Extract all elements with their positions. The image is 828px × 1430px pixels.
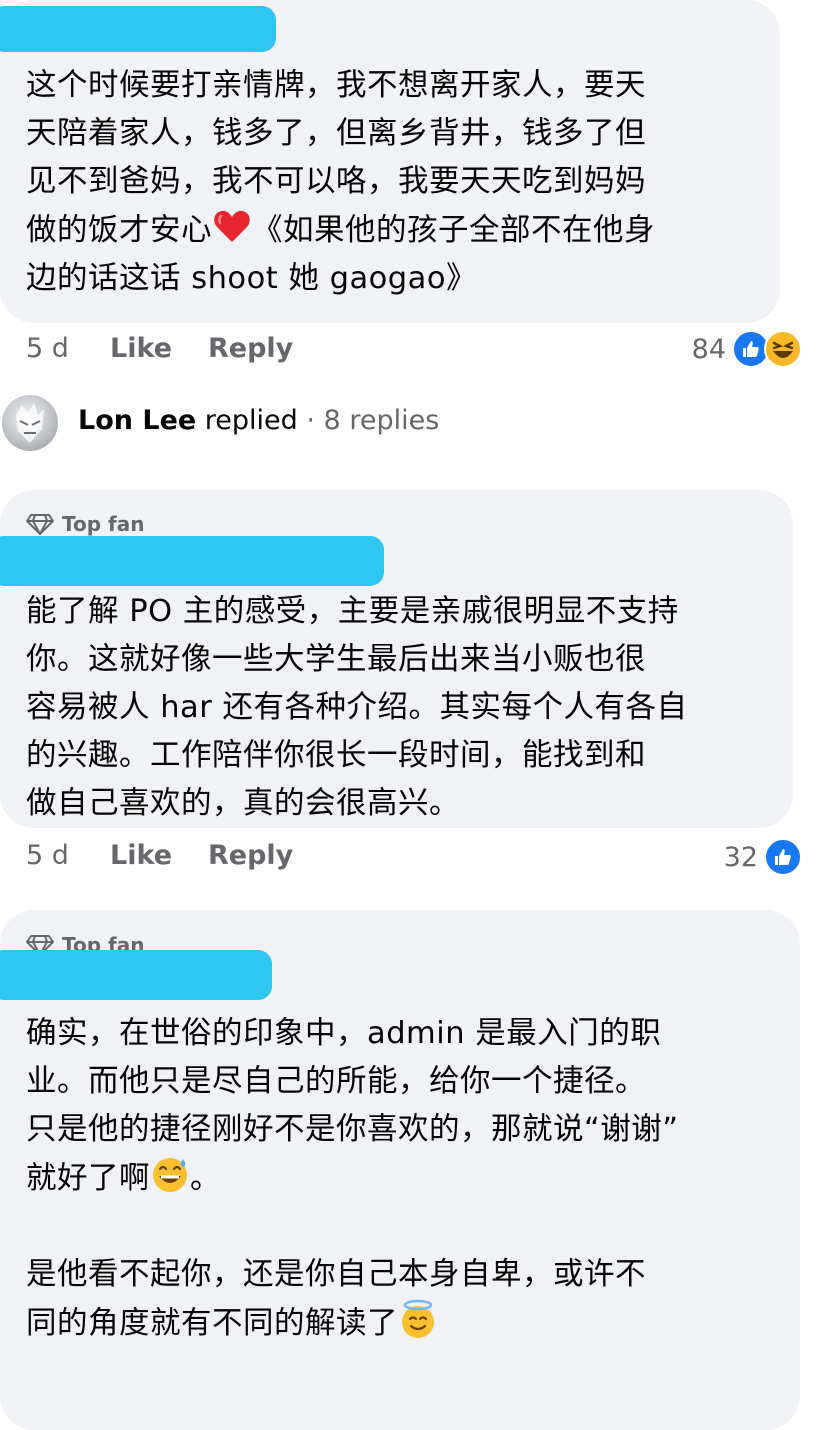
comment-bubble-1: 这个时候要打亲情牌，我不想离开家人，要天 天陪着家人，钱多了，但离乡背井，钱多了… [0,0,780,323]
comment-actions-2: 5 d Like Reply [26,840,293,871]
comment-text: 确实，在世俗的印象中，admin 是最入门的职 业。而他只是尽自己的所能，给你一… [26,1016,679,1341]
diamond-icon [26,514,54,535]
reaction-summary-2[interactable]: 32 [724,838,802,876]
like-button[interactable]: Like [110,333,208,364]
reply-button[interactable]: Reply [208,840,293,871]
like-button[interactable]: Like [110,840,208,871]
comment-text: 这个时候要打亲情牌，我不想离开家人，要天 天陪着家人，钱多了，但离乡背井，钱多了… [26,68,655,296]
reply-count: · 8 replies [297,405,440,436]
haha-reaction-icon [764,330,802,368]
reaction-count: 84 [691,333,726,365]
comment-bubble-3: Top fan 确实，在世俗的印象中，admin 是最入门的职 业。而他只是尽自… [0,910,800,1430]
comment-text: 能了解 PO 主的感受，主要是亲戚很明显不支持 你。这就好像一些大学生最后出来当… [26,594,688,821]
reply-author-name: Lon Lee [78,405,197,436]
reaction-count: 32 [723,841,758,873]
replied-label: replied [196,405,298,436]
redacted-author-name [0,536,384,586]
comment-time[interactable]: 5 d [26,840,110,871]
like-reaction-icon [764,838,802,876]
avatar[interactable] [2,395,58,451]
view-replies-link[interactable]: Lon Lee replied · 8 replies [78,405,439,436]
redacted-author-name [0,6,276,52]
red-heart-emoji [214,210,250,242]
grinning-sweat-emoji [153,1158,187,1192]
top-fan-badge: Top fan [26,512,144,536]
comment-time[interactable]: 5 d [26,333,110,364]
comment-bubble-2: Top fan 能了解 PO 主的感受，主要是亲戚很明显不支持 你。这就好像一些… [0,490,793,828]
redacted-author-name [0,950,272,1000]
comment-actions-1: 5 d Like Reply [26,333,293,364]
smiling-halo-emoji [402,1299,434,1338]
reply-button[interactable]: Reply [208,333,293,364]
reaction-summary-1[interactable]: 84 [692,330,802,368]
